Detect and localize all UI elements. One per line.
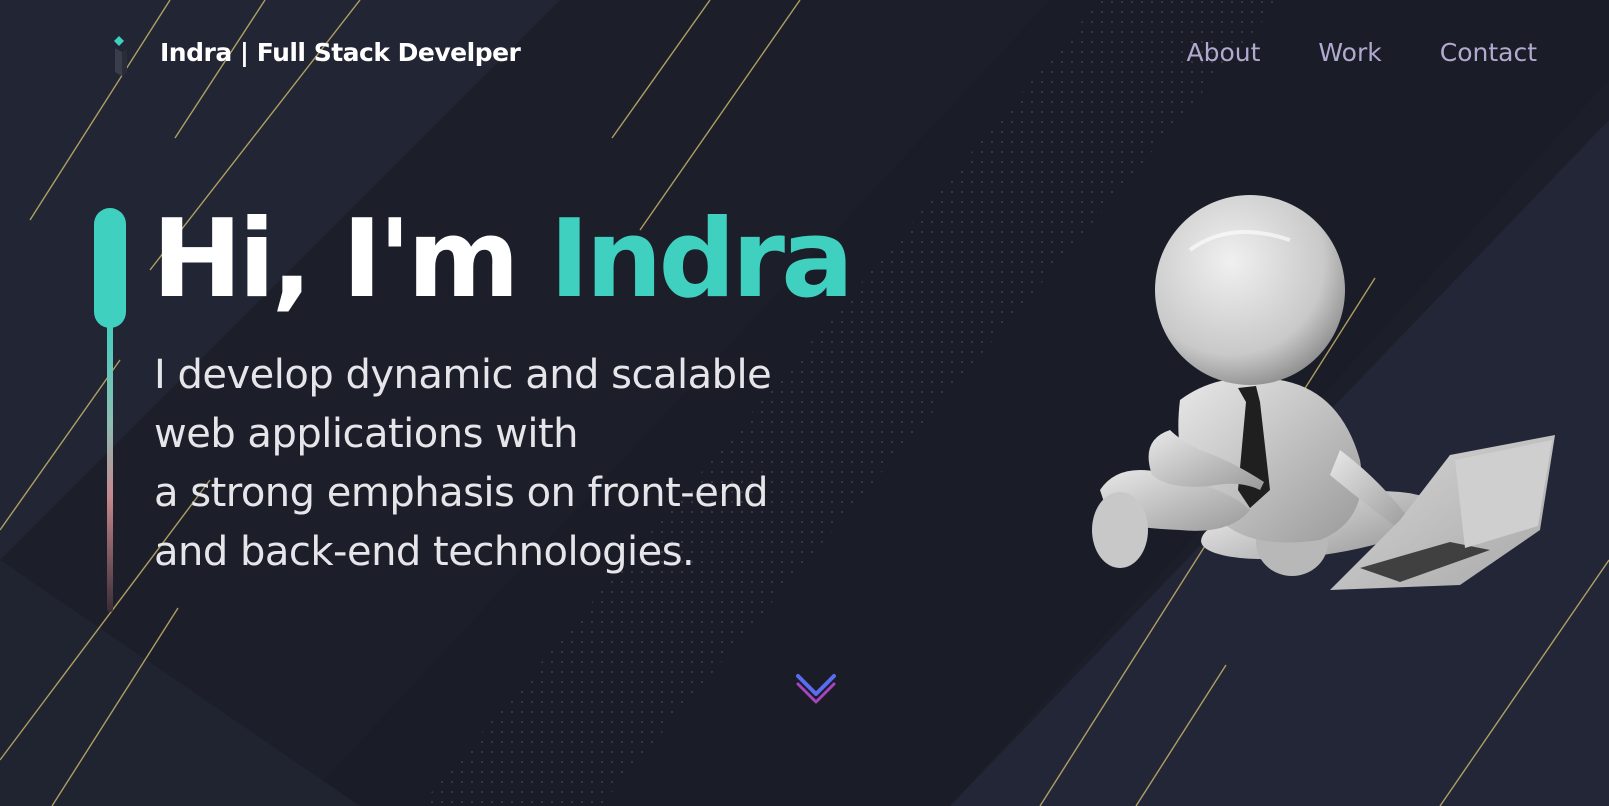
headline-accent-bar — [94, 208, 126, 328]
hero-subtitle: I develop dynamic and scalable web appli… — [154, 346, 914, 582]
nav-contact-link[interactable]: Contact — [1440, 38, 1537, 67]
site-brand[interactable]: Indra | Full Stack Develper — [160, 38, 521, 67]
bg-band — [0, 560, 360, 806]
nav-about-link[interactable]: About — [1187, 38, 1261, 67]
nav-work-link[interactable]: Work — [1318, 38, 1381, 67]
hero-greeting: Hi, I'm — [152, 197, 550, 322]
hero-name: Indra — [549, 197, 854, 322]
headline-accent-line — [107, 322, 113, 612]
hero-subtitle-line: I develop dynamic and scalable — [154, 352, 772, 398]
hero-subtitle-line: a strong emphasis on front-end — [154, 470, 769, 516]
main-nav: About Work Contact — [1187, 38, 1538, 67]
character-with-laptop-illustration — [1092, 195, 1555, 590]
hero-page: Indra | Full Stack Develper About Work C… — [0, 0, 1609, 806]
hero-subtitle-line: web applications with — [154, 411, 579, 457]
logo-icon[interactable] — [112, 34, 130, 78]
chevron-down-icon[interactable] — [794, 670, 838, 708]
hero-subtitle-line: and back-end technologies. — [154, 529, 695, 575]
hero-headline: Hi, I'm Indra — [152, 196, 854, 324]
